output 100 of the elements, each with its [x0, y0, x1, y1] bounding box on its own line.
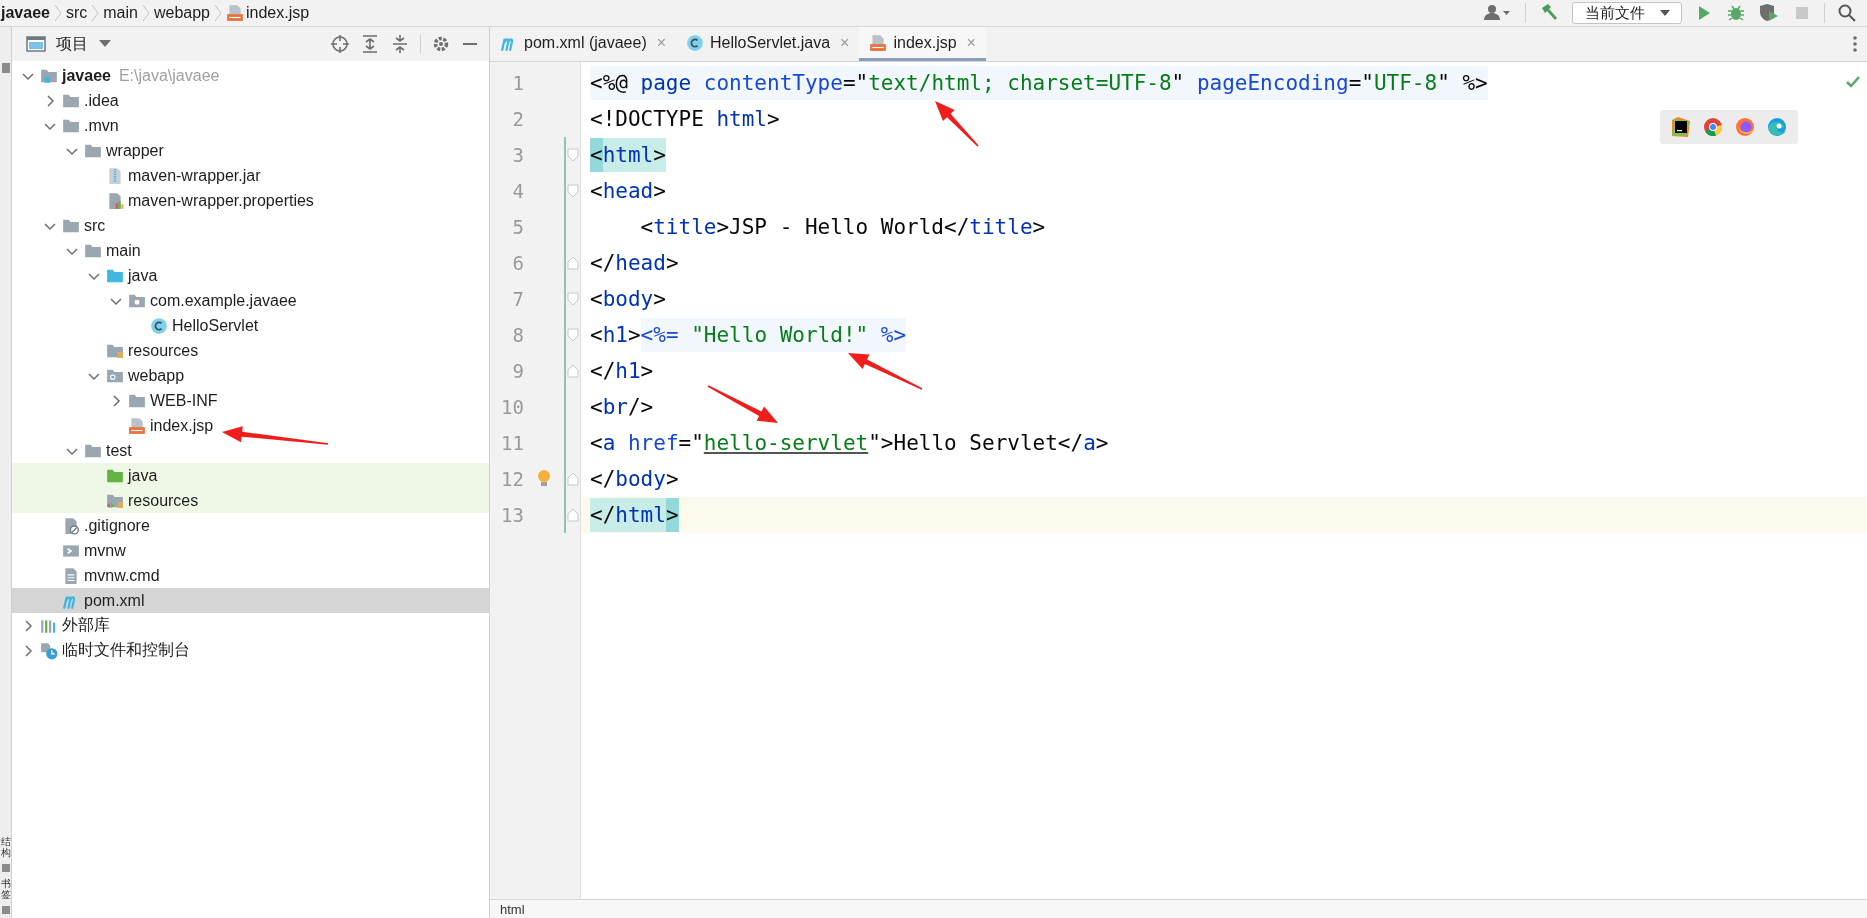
tree-item[interactable]: pom.xml	[12, 588, 489, 613]
editor-tab[interactable]: pom.xml (javaee) ×	[490, 27, 677, 61]
line-number: 11	[500, 432, 524, 454]
code-line: </body>	[590, 466, 679, 493]
code-line: <a href="hello-servlet">Hello Servlet</a>	[590, 430, 1109, 457]
ignore-file-icon	[62, 516, 80, 535]
tree-item[interactable]: test	[12, 438, 489, 463]
more-icon[interactable]	[1851, 34, 1859, 54]
tree-item[interactable]: javaee E:\java\javaee	[12, 63, 489, 88]
fold-marker-icon[interactable]	[566, 362, 580, 380]
caret-icon[interactable]	[98, 39, 112, 49]
line-number: 3	[511, 144, 524, 166]
check-icon[interactable]	[1845, 74, 1861, 90]
run-config-dropdown[interactable]: 当前文件	[1572, 2, 1682, 24]
breadcrumb[interactable]: html	[500, 901, 525, 917]
line-number: 4	[511, 180, 524, 202]
settings-icon[interactable]	[431, 34, 451, 54]
lightbulb-icon[interactable]	[536, 469, 552, 489]
tree-item[interactable]: maven-wrapper.jar	[12, 163, 489, 188]
tree-item[interactable]: .mvn	[12, 113, 489, 138]
class-icon	[150, 316, 168, 335]
code-line: <%@ page contentType="text/html; charset=UTF-8" pageEncoding="UTF-8" %>	[590, 65, 1488, 101]
tree-item[interactable]: mvnw.cmd	[12, 563, 489, 588]
breadcrumb[interactable]: main	[103, 4, 138, 22]
breadcrumb[interactable]: webapp	[153, 4, 210, 22]
tree-item[interactable]: resources	[12, 338, 489, 363]
tool-window-icon[interactable]	[1, 906, 10, 914]
ring-logo-icon[interactable]	[1702, 116, 1724, 138]
account-icon[interactable]	[1483, 3, 1513, 23]
swirl-logo-icon[interactable]	[1766, 116, 1788, 138]
fold-marker-icon[interactable]	[566, 182, 580, 200]
line-number: 7	[511, 288, 524, 310]
code-line: <h1><%= "Hello World!" %>	[590, 317, 907, 353]
jsp-file-icon	[869, 33, 888, 52]
class-icon	[686, 33, 705, 52]
locate-icon[interactable]	[330, 34, 350, 54]
fold-marker-icon[interactable]	[566, 326, 580, 344]
properties-file-icon	[106, 191, 124, 210]
panel-window-icon	[26, 35, 46, 53]
square-logo-icon[interactable]	[1670, 116, 1692, 138]
code-line: <!DOCTYPE html>	[590, 106, 780, 133]
fold-marker-icon[interactable]	[566, 506, 580, 524]
editor-tab[interactable]: index.jsp ×	[859, 27, 986, 61]
tree-item[interactable]: src	[12, 213, 489, 238]
line-number: 6	[511, 252, 524, 274]
jar-icon	[106, 166, 124, 185]
editor-tab[interactable]: HelloServlet.java ×	[676, 27, 860, 61]
bug-icon[interactable]	[1726, 3, 1746, 23]
tree-item[interactable]: wrapper	[12, 138, 489, 163]
breadcrumb-separator-icon	[214, 3, 222, 23]
tree-item[interactable]: index.jsp	[12, 413, 489, 438]
tree-item[interactable]: mvnw	[12, 538, 489, 563]
tree-item[interactable]: 临时文件和控制台	[12, 638, 489, 663]
code-line: <title>JSP - Hello World</title>	[639, 214, 1046, 241]
fox-logo-icon[interactable]	[1734, 116, 1756, 138]
search-icon[interactable]	[1837, 3, 1857, 23]
tool-window-tab[interactable]: 书签	[0, 878, 11, 900]
caret-icon	[1659, 9, 1671, 17]
code-line: <body>	[590, 286, 666, 313]
path-hint: E:\java\javaee	[118, 66, 220, 85]
tree-item[interactable]: resources	[12, 488, 489, 513]
fold-marker-icon[interactable]	[566, 470, 580, 488]
coverage-icon[interactable]	[1758, 3, 1780, 23]
tool-window-tab[interactable]: 结构	[0, 836, 11, 858]
breadcrumb[interactable]: javaee	[1, 4, 50, 22]
expand-all-icon[interactable]	[360, 34, 380, 54]
code-line: <html>	[590, 137, 666, 173]
line-number: 9	[511, 360, 524, 382]
code-line: </h1>	[590, 358, 654, 385]
code-line: <br/>	[590, 394, 654, 421]
line-number: 13	[500, 504, 524, 526]
tree-item[interactable]: .gitignore	[12, 513, 489, 538]
fold-marker-icon[interactable]	[566, 146, 580, 164]
fold-marker-icon[interactable]	[566, 254, 580, 272]
panel-title[interactable]: 项目	[56, 33, 88, 55]
fold-marker-icon[interactable]	[566, 290, 580, 308]
tree-item[interactable]: main	[12, 238, 489, 263]
jsp-file-icon	[226, 4, 244, 22]
tree-item[interactable]: maven-wrapper.properties	[12, 188, 489, 213]
tree-item[interactable]: java	[12, 463, 489, 488]
collapse-all-icon[interactable]	[390, 34, 410, 54]
jsp-file-icon	[128, 416, 146, 435]
tool-window-icon[interactable]	[1, 864, 10, 872]
line-number: 10	[500, 396, 524, 418]
tree-item[interactable]: HelloServlet	[12, 313, 489, 338]
annotation-arrow	[935, 101, 979, 147]
tree-item[interactable]: WEB-INF	[12, 388, 489, 413]
tree-item[interactable]: 外部库	[12, 613, 489, 638]
code-line: <head>	[590, 178, 666, 205]
line-number: 2	[511, 108, 524, 130]
tool-window-icon[interactable]	[1, 63, 10, 73]
tree-item[interactable]: webapp	[12, 363, 489, 388]
code-line: </head>	[590, 250, 679, 277]
tree-item[interactable]: com.example.javaee	[12, 288, 489, 313]
tree-item[interactable]: .idea	[12, 88, 489, 113]
breadcrumb[interactable]: src	[65, 4, 88, 22]
code-line: </html>	[590, 497, 679, 533]
breadcrumb[interactable]: index.jsp	[226, 4, 310, 22]
line-number: 5	[511, 216, 524, 238]
tree-item[interactable]: java	[12, 263, 489, 288]
